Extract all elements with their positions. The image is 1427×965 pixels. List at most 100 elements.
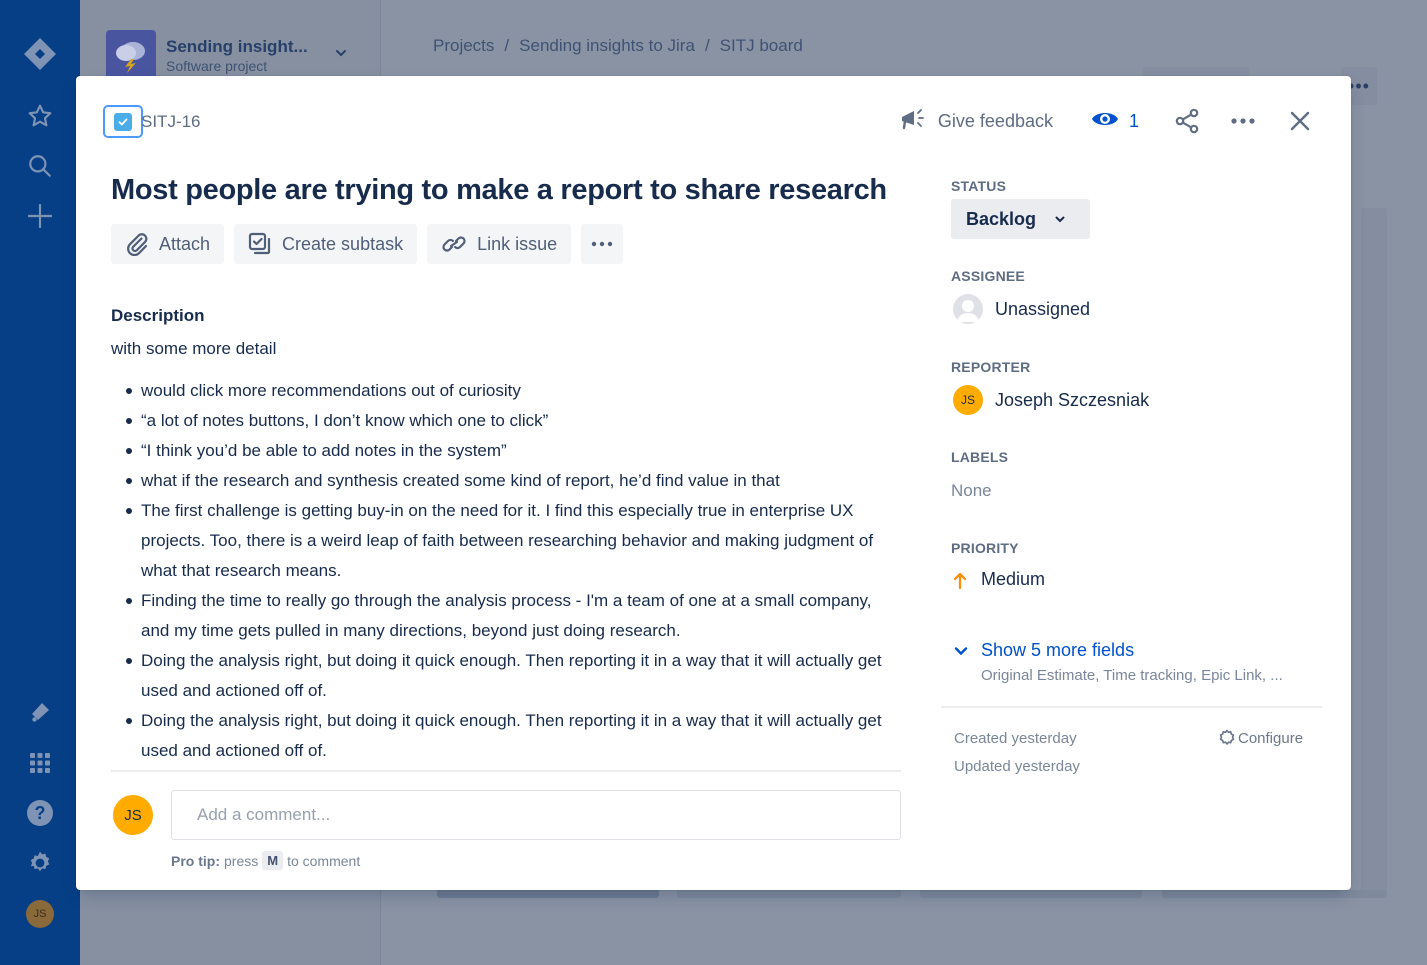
description-bullet: what if the research and synthesis creat…	[111, 466, 901, 496]
priority-medium-arrow-icon	[953, 572, 967, 589]
configure-label: Configure	[1238, 729, 1304, 747]
priority-label: PRIORITY	[951, 540, 1019, 556]
issue-summary[interactable]: Most people are trying to make a report …	[111, 174, 887, 207]
svg-text:?: ?	[35, 803, 46, 823]
issue-detail-modal: SITJ-16 Give feedback 1 Most people are …	[76, 76, 1351, 890]
chevron-down-icon	[1055, 216, 1065, 223]
description-heading: Description	[111, 306, 205, 325]
reporter-avatar: JS	[953, 385, 983, 415]
show-more-fields-button[interactable]: Show 5 more fields	[953, 640, 1134, 661]
paperclip-icon	[125, 232, 149, 256]
shortcut-key: M	[262, 851, 284, 870]
attach-label: Attach	[159, 233, 211, 254]
board-column-ghost	[1162, 890, 1386, 898]
link-icon	[441, 232, 467, 256]
unassigned-avatar-icon	[953, 294, 983, 324]
project-type: Software project	[166, 58, 268, 74]
link-issue-button[interactable]: Link issue	[427, 224, 572, 264]
add-comment-input[interactable]	[171, 790, 901, 840]
description-bullet: “a lot of notes buttons, I don’t know wh…	[111, 406, 901, 436]
close-icon[interactable]	[1289, 110, 1311, 132]
more-icon	[591, 241, 613, 247]
status-label: STATUS	[951, 178, 1007, 194]
labels-field[interactable]: None	[951, 481, 992, 501]
share-icon[interactable]	[1174, 108, 1200, 134]
project-avatar-icon	[106, 30, 156, 80]
search-icon[interactable]	[20, 146, 60, 186]
description-bullet: The first challenge is getting buy-in on…	[111, 496, 901, 586]
settings-icon[interactable]	[20, 843, 60, 883]
attach-button[interactable]: Attach	[111, 224, 225, 264]
link-issue-label: Link issue	[477, 233, 558, 254]
create-subtask-label: Create subtask	[282, 233, 404, 254]
more-actions-icon[interactable]	[1230, 117, 1256, 125]
board-column-ghost	[677, 890, 901, 898]
app-switcher-icon[interactable]	[20, 743, 60, 783]
configure-button[interactable]: Configure	[1218, 729, 1303, 747]
description-list[interactable]: would click more recommendations out of …	[111, 376, 901, 766]
megaphone-icon	[900, 107, 928, 136]
gear-icon	[1219, 729, 1235, 745]
issue-key-breadcrumb: SITJ-16	[103, 105, 201, 138]
chevron-down-icon[interactable]	[334, 46, 348, 65]
reporter-label: REPORTER	[951, 359, 1031, 375]
status-dropdown[interactable]: Backlog	[951, 199, 1090, 239]
assignee-field[interactable]: Unassigned	[953, 294, 1090, 324]
subtask-icon	[248, 232, 272, 256]
create-plus-icon[interactable]	[20, 196, 60, 236]
issue-type-task-icon[interactable]	[103, 105, 143, 138]
give-feedback-button[interactable]: Give feedback	[900, 107, 1053, 136]
jira-logo-icon[interactable]	[20, 34, 60, 74]
watch-button[interactable]: 1	[1091, 109, 1139, 134]
description-intro[interactable]: with some more detail	[111, 339, 276, 359]
create-subtask-button[interactable]: Create subtask	[234, 224, 418, 264]
more-issue-actions-button[interactable]	[581, 224, 624, 264]
assignee-label: ASSIGNEE	[951, 268, 1025, 284]
issue-key-link[interactable]: SITJ-16	[141, 112, 201, 132]
notifications-icon[interactable]	[20, 692, 60, 732]
eye-icon	[1091, 109, 1119, 134]
divider	[111, 770, 901, 772]
breadcrumb-separator: /	[504, 36, 510, 55]
show-more-fields-label: Show 5 more fields	[981, 640, 1135, 660]
labels-label: LABELS	[951, 449, 1009, 465]
watchers-count: 1	[1128, 110, 1139, 131]
description-bullet: Finding the time to really go through th…	[111, 586, 901, 646]
breadcrumb-project[interactable]: Sending insights to Jira	[519, 36, 695, 56]
board-column-ghost	[920, 890, 1142, 898]
profile-avatar[interactable]: JS	[26, 900, 54, 928]
reporter-value: Joseph Szczesniak	[995, 389, 1150, 410]
help-icon[interactable]: ?	[20, 793, 60, 833]
status-value: Backlog	[966, 208, 1037, 229]
assignee-value: Unassigned	[995, 298, 1091, 319]
star-icon[interactable]	[20, 96, 60, 136]
pro-tip-text: press	[224, 852, 259, 869]
created-date: Created yesterday	[954, 730, 1077, 747]
updated-date: Updated yesterday	[954, 758, 1080, 775]
reporter-field[interactable]: JS Joseph Szczesniak	[953, 385, 1149, 415]
chevron-down-icon	[954, 646, 968, 655]
breadcrumb: Projects / Sending insights to Jira / SI…	[433, 36, 803, 56]
pro-tip: Pro tip: press M to comment	[171, 851, 360, 870]
issue-action-bar: Attach Create subtask Link issue	[111, 224, 624, 264]
pro-tip-label: Pro tip:	[171, 852, 220, 869]
modal-header-actions: Give feedback 1	[900, 106, 1311, 136]
breadcrumb-board[interactable]: SITJ board	[720, 36, 803, 56]
breadcrumb-projects[interactable]: Projects	[433, 36, 494, 56]
description-bullet: Doing the analysis right, but doing it q…	[111, 646, 901, 706]
board-column-ghost	[437, 890, 659, 898]
give-feedback-label: Give feedback	[937, 110, 1053, 131]
description-bullet: “I think you’d be able to add notes in t…	[111, 436, 901, 466]
global-navigation: ? JS	[0, 0, 80, 965]
priority-value: Medium	[981, 569, 1046, 589]
comment-author-avatar: JS	[113, 795, 153, 835]
divider	[941, 706, 1322, 708]
priority-field[interactable]: Medium	[953, 569, 1045, 590]
hidden-fields-summary: Original Estimate, Time tracking, Epic L…	[981, 667, 1283, 684]
board-column-ghost	[1361, 208, 1387, 898]
breadcrumb-separator: /	[704, 36, 710, 55]
pro-tip-text: to comment	[287, 852, 361, 869]
description-bullet: Doing the analysis right, but doing it q…	[111, 706, 901, 766]
project-name[interactable]: Sending insight...	[166, 37, 308, 57]
description-bullet: would click more recommendations out of …	[111, 376, 901, 406]
